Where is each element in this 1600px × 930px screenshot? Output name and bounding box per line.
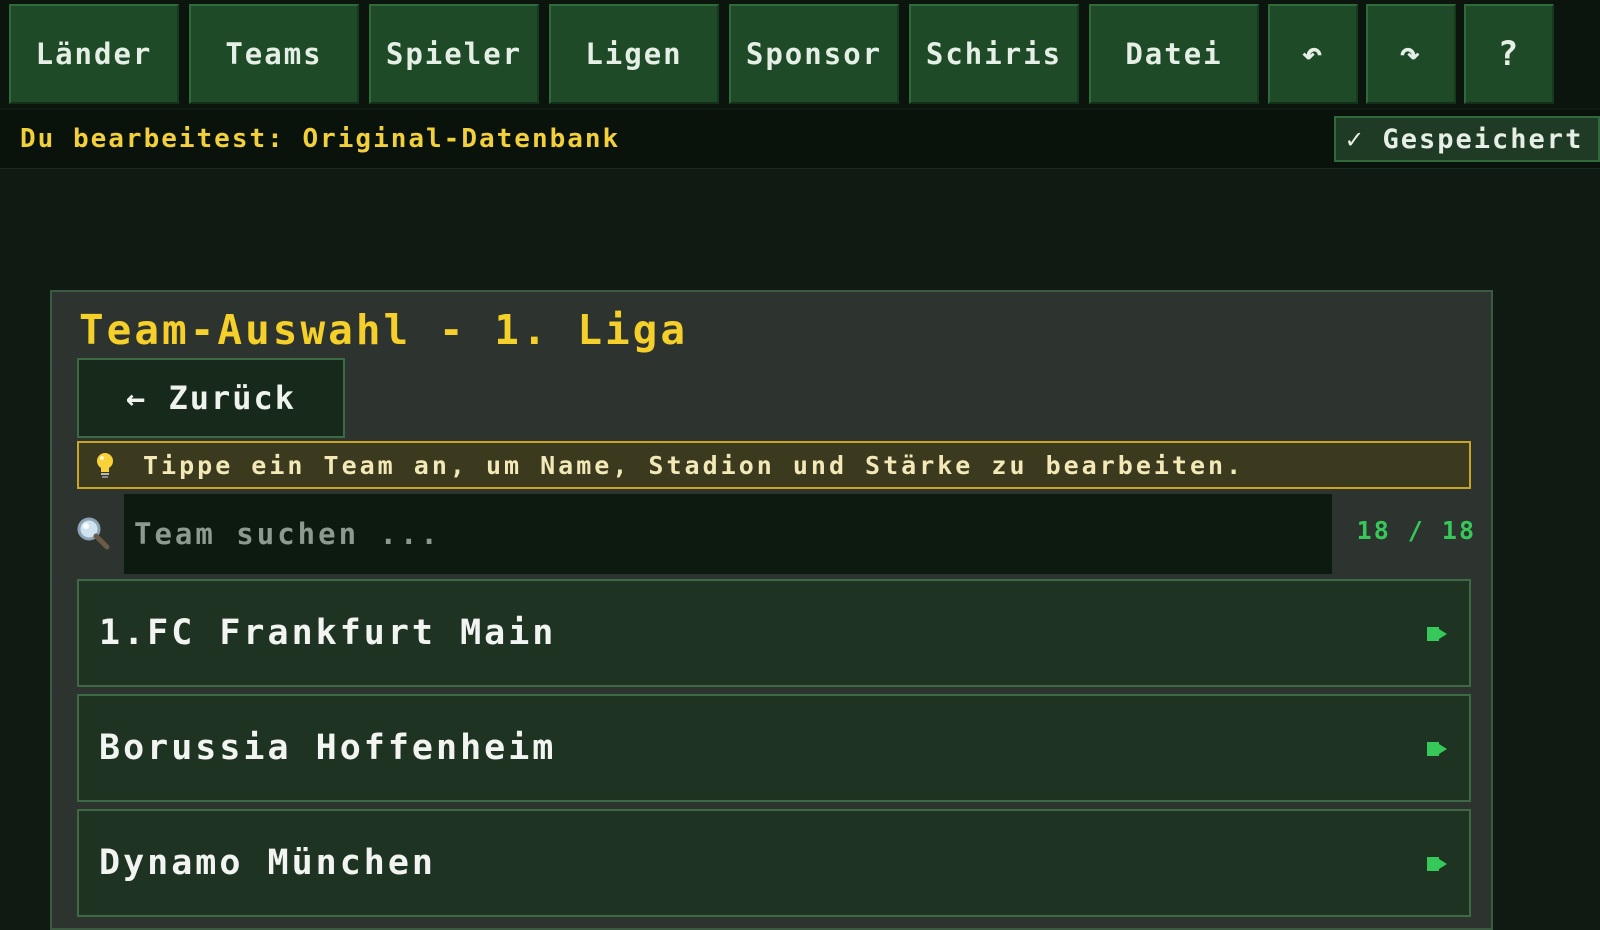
undo-button[interactable]: ↶ bbox=[1268, 4, 1358, 104]
teams-button[interactable]: Teams bbox=[189, 4, 359, 104]
team-search-input[interactable] bbox=[124, 494, 1332, 574]
redo-button[interactable]: ↷ bbox=[1366, 4, 1456, 104]
back-button[interactable]: ← Zurück bbox=[77, 358, 345, 438]
team-name: Dynamo München bbox=[99, 843, 437, 883]
hint-text: Tippe ein Team an, um Name, Stadion und … bbox=[143, 450, 1245, 480]
page-title: Team-Auswahl - 1. Liga bbox=[79, 306, 689, 354]
editing-database-label: Du bearbeitest: Original-Datenbank bbox=[20, 124, 621, 154]
spieler-button[interactable]: Spieler bbox=[369, 4, 539, 104]
saved-status-badge: ✓ Gespeichert bbox=[1334, 116, 1600, 162]
status-bar: Du bearbeitest: Original-Datenbank ✓ Ges… bbox=[0, 110, 1600, 169]
arrow-right-icon bbox=[1427, 855, 1447, 873]
undo-icon: ↶ bbox=[1301, 34, 1325, 74]
help-button[interactable]: ? bbox=[1464, 4, 1554, 104]
schiris-button[interactable]: Schiris bbox=[909, 4, 1079, 104]
team-name: 1.FC Frankfurt Main bbox=[99, 613, 557, 653]
team-count: 18 / 18 bbox=[1356, 516, 1476, 545]
magnifier-icon bbox=[76, 516, 110, 550]
team-name: Borussia Hoffenheim bbox=[99, 728, 557, 768]
team-row[interactable]: 1.FC Frankfurt Main bbox=[77, 579, 1471, 687]
team-row[interactable]: Dynamo München bbox=[77, 809, 1471, 917]
team-list: 1.FC Frankfurt Main Borussia Hoffenheim … bbox=[77, 579, 1471, 924]
hint-banner: Tippe ein Team an, um Name, Stadion und … bbox=[77, 441, 1471, 489]
arrow-right-icon bbox=[1427, 740, 1447, 758]
team-selection-panel: Team-Auswahl - 1. Liga ← Zurück Tippe ei… bbox=[50, 290, 1493, 930]
ligen-button[interactable]: Ligen bbox=[549, 4, 719, 104]
help-icon: ? bbox=[1497, 34, 1521, 74]
datei-button[interactable]: Datei bbox=[1089, 4, 1259, 104]
top-toolbar: Länder Teams Spieler Ligen Sponsor Schir… bbox=[0, 0, 1600, 108]
arrow-right-icon bbox=[1427, 625, 1447, 643]
sponsor-button[interactable]: Sponsor bbox=[729, 4, 899, 104]
laender-button[interactable]: Länder bbox=[9, 4, 179, 104]
lightbulb-icon bbox=[93, 450, 117, 480]
team-row[interactable]: Borussia Hoffenheim bbox=[77, 694, 1471, 802]
redo-icon: ↷ bbox=[1399, 34, 1423, 74]
